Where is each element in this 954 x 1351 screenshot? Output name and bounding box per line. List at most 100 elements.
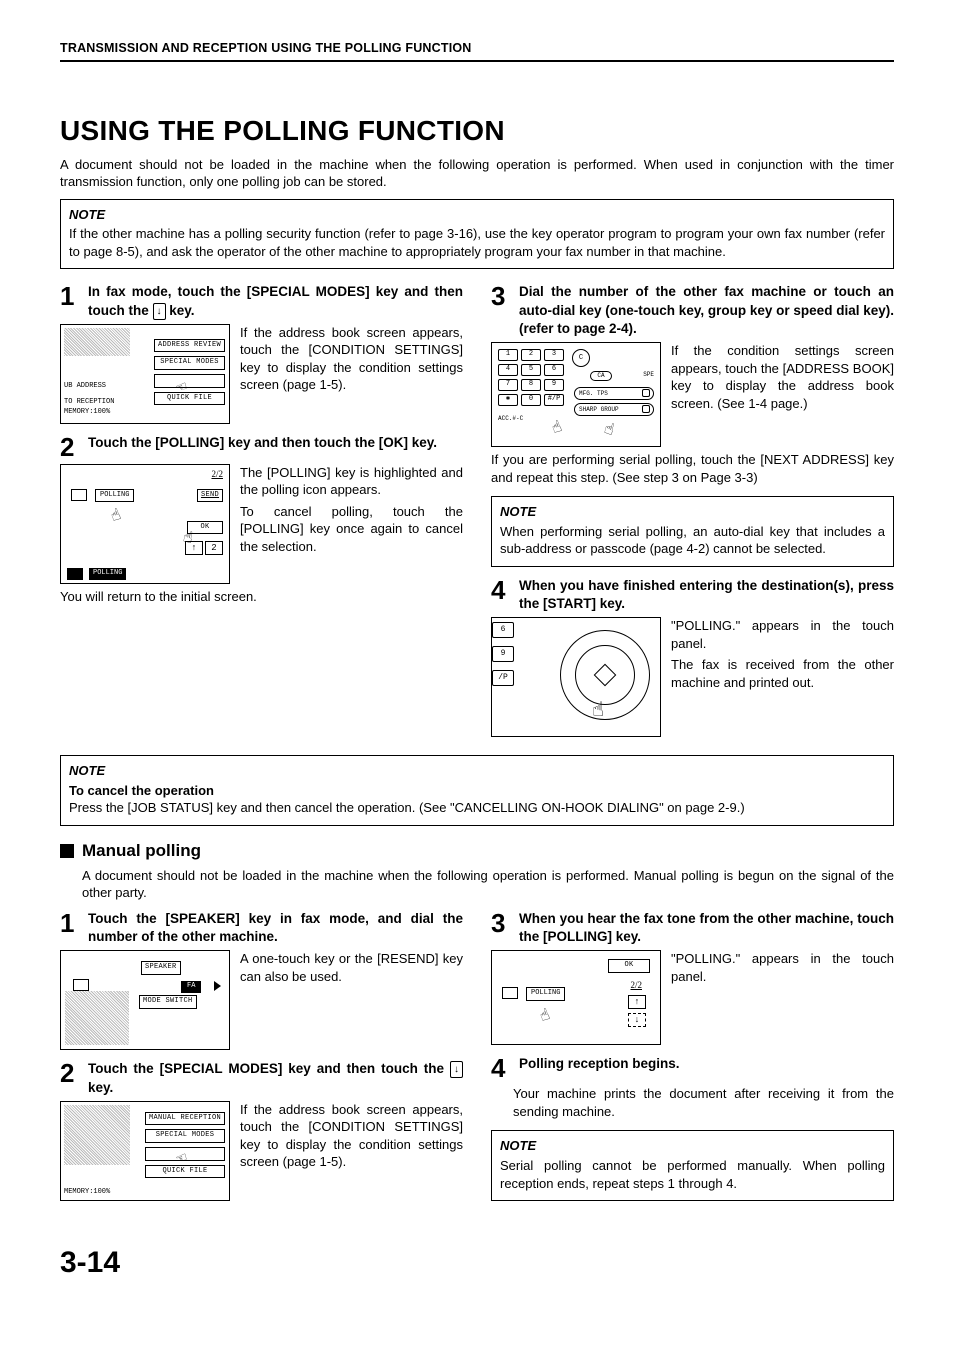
note-text: Serial polling cannot be performed manua… <box>500 1157 885 1192</box>
up-arrow-button: ↑ <box>628 995 646 1009</box>
step-number: 2 <box>60 1060 82 1086</box>
down-arrow-button: ↓ <box>628 1013 646 1027</box>
note-title: NOTE <box>69 206 885 224</box>
doc-icon-inverse <box>67 568 83 580</box>
step-number: 4 <box>491 577 513 603</box>
step-title-part-b: key. <box>166 303 195 318</box>
ok-button: OK <box>608 959 650 972</box>
mstep3-illustration: OK 2/2 ↑ ↓ POLLING ☝ <box>491 950 661 1045</box>
keypad-0: 0 <box>521 394 541 406</box>
keypad-7: 7 <box>498 379 518 391</box>
page-title: USING THE POLLING FUNCTION <box>60 112 894 150</box>
polling-key: POLLING <box>526 987 565 1000</box>
section-title: Manual polling <box>82 840 201 863</box>
keypad-hash: #/P <box>544 394 564 406</box>
page-indicator: 2/2 <box>211 468 223 480</box>
top-note-box: NOTE If the other machine has a polling … <box>60 199 894 270</box>
main-steps-columns: 1 In fax mode, touch the [SPECIAL MODES]… <box>60 283 894 747</box>
handset-icon <box>642 389 650 397</box>
manual-reception-button: MANUAL RECEPTION <box>145 1112 225 1125</box>
keypad-1: 1 <box>498 349 518 361</box>
right-column: 3 Dial the number of the other fax machi… <box>491 283 894 747</box>
step2-text: The [POLLING] key is highlighted and the… <box>240 464 463 499</box>
hand-icon: ☝ <box>108 503 130 527</box>
manual-step-4: 4 Polling reception begins. Your machine… <box>491 1055 894 1120</box>
step-title: In fax mode, touch the [SPECIAL MODES] k… <box>88 283 463 319</box>
manual-polling-heading: Manual polling <box>60 840 894 863</box>
special-modes-button: SPECIAL MODES <box>145 1129 225 1142</box>
keypad-star: ✱ <box>498 394 518 406</box>
keypad-9: 9 <box>544 379 564 391</box>
mstep3-text: "POLLING." appears in the touch panel. <box>671 950 894 985</box>
step-title: Touch the [SPECIAL MODES] key and then t… <box>88 1060 463 1096</box>
acc-label: ACC.#-C <box>498 415 523 423</box>
step-title-part-a: In fax mode, touch the [SPECIAL MODES] k… <box>88 284 463 317</box>
manual-step-3: 3 When you hear the fax tone from the ot… <box>491 910 894 1045</box>
step3-text2: If you are performing serial polling, to… <box>491 451 894 486</box>
step2-trailing: You will return to the initial screen. <box>60 588 463 606</box>
note-text: Press the [JOB STATUS] key and then canc… <box>69 799 885 817</box>
mode-switch-button: MODE SWITCH <box>139 995 197 1008</box>
step-title: Touch the [POLLING] key and then touch t… <box>88 434 437 452</box>
step4-illustration: 6 9 /P ☝ <box>491 617 661 737</box>
key-9: 9 <box>492 646 514 662</box>
step-2: 2 Touch the [POLLING] key and then touch… <box>60 434 463 606</box>
section-intro: A document should not be loaded in the m… <box>82 867 894 902</box>
page-indicator: 2/2 <box>630 979 642 991</box>
step-title: When you have finished entering the dest… <box>519 577 894 613</box>
note-subtitle: To cancel the operation <box>69 782 885 800</box>
step1-text: If the address book screen appears, touc… <box>240 324 463 394</box>
step3-note-box: NOTE When performing serial polling, an … <box>491 496 894 567</box>
fa-badge: FA <box>181 981 201 992</box>
cancel-note-box: NOTE To cancel the operation Press the [… <box>60 755 894 826</box>
step-number: 1 <box>60 283 82 309</box>
entry-2: SHARP GROUP <box>579 406 619 413</box>
keypad-8: 8 <box>521 379 541 391</box>
mstep1-illustration: SPEAKER FA MODE SWITCH <box>60 950 230 1050</box>
keypad-2: 2 <box>521 349 541 361</box>
to-reception-label: TO RECEPTION <box>64 397 114 407</box>
key-hp: /P <box>492 670 514 686</box>
step2-text2: To cancel polling, touch the [POLLING] k… <box>240 503 463 556</box>
hand-icon: ☝ <box>549 415 571 439</box>
memory-label: MEMORY:100% <box>64 1187 110 1197</box>
hand-icon: ☝ <box>602 419 623 442</box>
step-title: When you hear the fax tone from the othe… <box>519 910 894 946</box>
send-label: SEND <box>197 489 223 502</box>
note-text: If the other machine has a polling secur… <box>69 225 885 260</box>
step1-illustration: ADDRESS REVIEW SPECIAL MODES QUICK FILE … <box>60 324 230 424</box>
hand-icon: ☝ <box>537 1003 559 1027</box>
step-title: Touch the [SPEAKER] key in fax mode, and… <box>88 910 463 946</box>
handset-icon <box>642 405 650 413</box>
step3-illustration: 1 2 3 4 5 6 7 8 9 ✱ 0 #/P C CA <box>491 342 661 447</box>
down-key-icon: ↓ <box>450 1061 463 1078</box>
note-title: NOTE <box>500 1137 885 1155</box>
step4-text: "POLLING." appears in the touch panel. <box>671 617 894 652</box>
spe-label: SPE <box>643 371 654 379</box>
manual-note-box: NOTE Serial polling cannot be performed … <box>491 1130 894 1201</box>
manual-right-column: 3 When you hear the fax tone from the ot… <box>491 910 894 1215</box>
step-4: 4 When you have finished entering the de… <box>491 577 894 737</box>
mstep4-text: Your machine prints the document after r… <box>513 1085 894 1120</box>
badge-2: 2 <box>205 541 223 555</box>
hand-icon: ☝ <box>592 698 604 725</box>
step-1: 1 In fax mode, touch the [SPECIAL MODES]… <box>60 283 463 423</box>
note-title: NOTE <box>500 503 885 521</box>
polling-bar: POLLING <box>89 568 126 579</box>
right-triangle-icon <box>214 981 221 991</box>
mstep2-text: If the address book screen appears, touc… <box>240 1101 463 1171</box>
manual-columns: 1 Touch the [SPEAKER] key in fax mode, a… <box>60 910 894 1215</box>
step-title: Dial the number of the other fax machine… <box>519 283 894 338</box>
manual-left-column: 1 Touch the [SPEAKER] key in fax mode, a… <box>60 910 463 1215</box>
step-title: Polling reception begins. <box>519 1055 680 1073</box>
hand-icon: ☝ <box>181 528 200 550</box>
keypad-3: 3 <box>544 349 564 361</box>
step4-text2: The fax is received from the other machi… <box>671 656 894 691</box>
step-number: 2 <box>60 434 82 460</box>
key-6: 6 <box>492 622 514 638</box>
address-review-button: ADDRESS REVIEW <box>154 339 225 352</box>
doc-icon <box>71 489 87 501</box>
manual-step-1: 1 Touch the [SPEAKER] key in fax mode, a… <box>60 910 463 1050</box>
step3-text: If the condition settings screen appears… <box>671 342 894 412</box>
down-key-icon: ↓ <box>153 303 166 320</box>
